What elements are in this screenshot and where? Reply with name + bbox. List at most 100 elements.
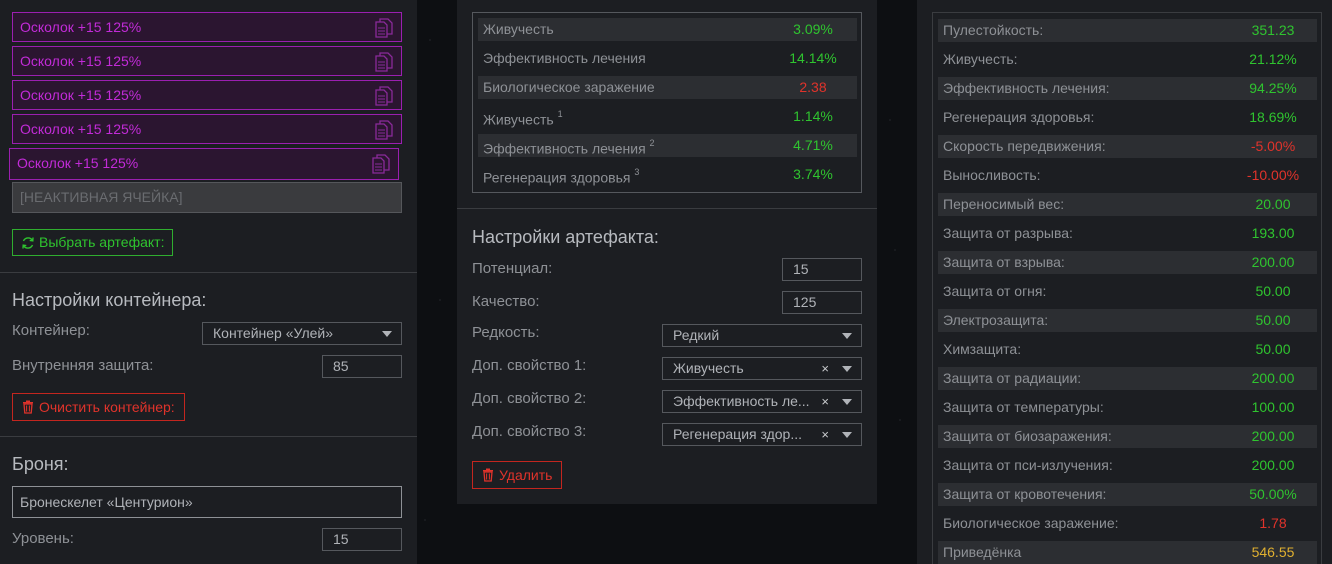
clear-icon[interactable]: × <box>821 391 829 412</box>
summary-name: Регенерация здоровья: <box>943 109 1095 125</box>
extra1-select[interactable]: Живучесть × <box>662 357 862 380</box>
shard-slot[interactable]: Осколок +15 125% <box>12 12 402 42</box>
stat-value: 3.74% <box>793 166 833 182</box>
stat-name-text: Эффективность лечения <box>483 50 646 66</box>
summary-row: Химзащита: 50.00 <box>938 338 1317 361</box>
summary-name: Скорость передвижения: <box>943 138 1106 154</box>
summary-value: 50.00 <box>1255 312 1291 328</box>
clear-container-label: Очистить контейнер: <box>39 399 175 415</box>
armor-input[interactable]: Бронескелет «Центурион» <box>12 486 402 518</box>
stat-row: Эффективность лечения 2 4.71% <box>478 134 857 157</box>
copy-icon[interactable] <box>375 18 393 38</box>
stat-name: Эффективность лечения 2 <box>483 134 655 161</box>
summary-value: 200.00 <box>1251 254 1295 270</box>
summary-value: 100.00 <box>1251 399 1295 415</box>
container-settings-title: Настройки контейнера: <box>12 290 207 310</box>
extra3-select-value: Регенерация здор... <box>673 426 803 442</box>
extra3-select[interactable]: Регенерация здор... × <box>662 423 862 446</box>
summary-value: 1.78 <box>1259 515 1287 531</box>
summary-value: 200.00 <box>1251 370 1295 386</box>
summary-row: Защита от разрыва: 193.00 <box>938 222 1317 245</box>
inner-protection-label: Внутренняя защита: <box>12 357 154 374</box>
shard-slot[interactable]: Осколок +15 125% <box>9 148 399 180</box>
stat-name-text: Живучесть <box>483 21 554 37</box>
level-label: Уровень: <box>12 530 74 547</box>
chevron-down-icon <box>842 399 852 405</box>
artifact-stats-table: Живучесть 3.09% Эффективность лечения 14.14… <box>472 12 862 193</box>
summary-value: 546.55 <box>1251 544 1295 560</box>
refresh-icon <box>22 236 34 249</box>
summary-row: Биологическое заражение: 1.78 <box>938 512 1317 535</box>
summary-value: 21.12% <box>1249 51 1297 67</box>
container-select[interactable]: Контейнер «Улей» <box>202 322 402 345</box>
summary-value: 50.00% <box>1249 486 1297 502</box>
copy-icon[interactable] <box>375 52 393 72</box>
level-input[interactable]: 15 <box>322 528 402 551</box>
summary-row: Переносимый вес: 20.00 <box>938 193 1317 216</box>
summary-row: Пулестойкость: 351.23 <box>938 19 1317 42</box>
summary-stats-table: Пулестойкость: 351.23 Живучесть: 21.12% Эффе… <box>932 12 1322 564</box>
stat-row: Живучесть 1 1.14% <box>478 105 857 128</box>
stat-value: 4.71% <box>793 137 833 153</box>
extra2-select[interactable]: Эффективность ле... × <box>662 390 862 413</box>
shard-slot[interactable]: Осколок +15 125% <box>12 114 402 144</box>
summary-value: 94.25% <box>1249 80 1297 96</box>
extra1-label: Доп. свойство 1: <box>472 357 587 374</box>
summary-name: Живучесть: <box>943 51 1018 67</box>
copy-icon[interactable] <box>372 154 390 174</box>
stat-name-text: Биологическое заражение <box>483 79 655 95</box>
rarity-select[interactable]: Редкий <box>662 324 862 347</box>
summary-name: Защита от разрыва: <box>943 225 1073 241</box>
summary-name: Защита от температуры: <box>943 399 1104 415</box>
chevron-down-icon <box>842 432 852 438</box>
summary-row: Скорость передвижения: -5.00% <box>938 135 1317 158</box>
copy-icon[interactable] <box>375 86 393 106</box>
clear-container-button[interactable]: Очистить контейнер: <box>12 393 185 421</box>
summary-value: 193.00 <box>1251 225 1295 241</box>
stat-value: 1.14% <box>793 108 833 124</box>
shard-slot[interactable]: Осколок +15 125% <box>12 80 402 110</box>
shard-slot[interactable]: Осколок +15 125% <box>12 46 402 76</box>
summary-row: Эффективность лечения: 94.25% <box>938 77 1317 100</box>
artifact-settings-title: Настройки артефакта: <box>472 227 659 247</box>
delete-button[interactable]: Удалить <box>472 461 563 489</box>
summary-name: Защита от кровотечения: <box>943 486 1107 502</box>
summary-row: Электрозащита: 50.00 <box>938 309 1317 332</box>
choose-artifact-button[interactable]: Выбрать артефакт: <box>12 229 174 256</box>
rarity-label: Редкость: <box>472 324 540 341</box>
stat-value: 3.09% <box>793 21 833 37</box>
stat-footnote: 2 <box>649 138 655 148</box>
shard-label: Осколок +15 125% <box>20 19 142 35</box>
summary-name: Переносимый вес: <box>943 196 1065 212</box>
clear-icon[interactable]: × <box>821 358 829 379</box>
inner-protection-input[interactable]: 85 <box>322 355 402 378</box>
clear-icon[interactable]: × <box>821 424 829 445</box>
rarity-select-value: Редкий <box>673 327 720 343</box>
quality-input[interactable]: 125 <box>782 291 862 314</box>
stat-value: 14.14% <box>789 50 837 66</box>
stat-value: 2.38 <box>799 79 827 95</box>
summary-value: 20.00 <box>1255 196 1291 212</box>
shard-label: Осколок +15 125% <box>20 53 142 69</box>
summary-value: -10.00% <box>1246 167 1300 183</box>
extra2-select-value: Эффективность ле... <box>673 393 810 409</box>
extra2-label: Доп. свойство 2: <box>472 390 587 407</box>
shard-label: Осколок +15 125% <box>20 87 142 103</box>
potential-input[interactable]: 15 <box>782 258 862 281</box>
container-select-value: Контейнер «Улей» <box>213 325 334 341</box>
divider <box>0 272 417 273</box>
inactive-cell: [НЕАКТИВНАЯ ЯЧЕЙКА] <box>12 182 402 213</box>
delete-label: Удалить <box>499 467 553 483</box>
summary-name: Выносливость: <box>943 167 1041 183</box>
trash-icon <box>23 400 33 414</box>
copy-icon[interactable] <box>375 120 393 140</box>
summary-row: Выносливость: -10.00% <box>938 164 1317 187</box>
stat-row: Эффективность лечения 14.14% <box>478 47 857 70</box>
divider <box>0 436 417 437</box>
divider <box>457 208 877 209</box>
extra1-select-value: Живучесть <box>673 360 744 376</box>
summary-value: 50.00 <box>1255 341 1291 357</box>
stat-name-text: Регенерация здоровья <box>483 169 631 186</box>
quality-label: Качество: <box>472 293 540 310</box>
summary-row: Защита от биозаражения: 200.00 <box>938 425 1317 448</box>
